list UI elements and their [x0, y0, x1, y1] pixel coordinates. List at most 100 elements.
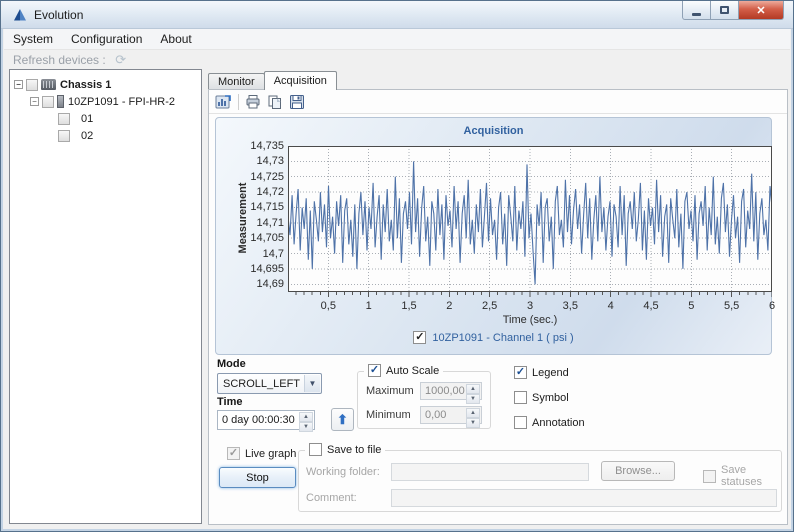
menu-about[interactable]: About — [151, 29, 200, 49]
spinner-arrows-icon[interactable]: ▲▼ — [299, 412, 313, 428]
chart-title: Acquisition — [216, 125, 771, 137]
tree-item-chassis[interactable]: − Chassis 1 — [10, 76, 201, 93]
y-tick-label: 14,69 — [216, 278, 284, 290]
acquisition-tab-page: Acquisition Measurement 14,73514,7314,72… — [208, 89, 788, 525]
minimum-label: Minimum — [366, 409, 411, 421]
tree-checkbox[interactable] — [42, 96, 54, 108]
tab-monitor[interactable]: Monitor — [208, 73, 265, 90]
maximum-value: 1000,00 — [425, 385, 465, 397]
auto-scale-checkbox[interactable] — [368, 364, 381, 377]
collapse-icon[interactable]: − — [14, 80, 23, 89]
save-to-file-group: Save to file Working folder: Browse... S… — [298, 450, 782, 512]
comment-label: Comment: — [306, 492, 357, 504]
device-tree: − Chassis 1 − 10ZP1091 - FPI-HR-2 01 02 — [9, 69, 202, 524]
title-bar: Evolution ✕ — [1, 1, 793, 29]
refresh-row: Refresh devices : ⟳ — [4, 50, 790, 69]
tree-checkbox[interactable] — [58, 130, 70, 142]
save-statuses-row: Save statuses — [703, 464, 781, 488]
close-button[interactable]: ✕ — [739, 1, 784, 20]
chassis-icon — [41, 79, 56, 90]
x-tick-label: 1 — [347, 300, 391, 312]
x-tick-label: 3 — [508, 300, 552, 312]
menu-configuration[interactable]: Configuration — [62, 29, 151, 49]
y-tick-label: 14,715 — [216, 201, 284, 213]
collapse-icon[interactable]: − — [30, 97, 39, 106]
y-tick-label: 14,7 — [216, 248, 284, 260]
tab-acquisition[interactable]: Acquisition — [264, 71, 337, 90]
refresh-devices-label: Refresh devices : — [13, 53, 106, 67]
symbol-checkbox[interactable] — [514, 391, 527, 404]
browse-button: Browse... — [601, 461, 675, 481]
app-logo-icon — [12, 7, 28, 23]
x-tick-label: 2 — [427, 300, 471, 312]
chart-legend: 10ZP1091 - Channel 1 ( psi ) — [216, 331, 771, 344]
tree-item-channel-02[interactable]: 02 — [10, 127, 201, 144]
stop-button[interactable]: Stop — [219, 467, 296, 488]
minimize-button[interactable] — [682, 1, 711, 20]
maximum-spinner: 1000,00 ▲▼ — [420, 382, 482, 400]
annotation-checkbox[interactable] — [514, 416, 527, 429]
chart-toolbar — [209, 90, 787, 114]
legend-series-checkbox[interactable] — [413, 331, 426, 344]
save-statuses-checkbox — [703, 470, 716, 483]
save-to-file-checkbox[interactable] — [309, 443, 322, 456]
export-chart-icon[interactable] — [214, 93, 232, 111]
tab-strip: Monitor Acquisition — [208, 71, 336, 90]
minimize-icon — [692, 13, 701, 16]
legend-option-label: Legend — [532, 367, 569, 379]
annotation-option-row: Annotation — [514, 416, 585, 429]
x-tick-label: 4 — [589, 300, 633, 312]
time-label: Time — [217, 396, 242, 408]
x-tick-label: 5,5 — [710, 300, 754, 312]
y-tick-label: 14,73 — [216, 155, 284, 167]
copy-icon[interactable] — [266, 93, 284, 111]
minimum-spinner: 0,00 ▲▼ — [420, 406, 482, 424]
x-tick-label: 5 — [669, 300, 713, 312]
print-icon[interactable] — [244, 93, 262, 111]
menu-system[interactable]: System — [4, 29, 62, 49]
comment-field — [391, 489, 777, 507]
tree-item-device[interactable]: − 10ZP1091 - FPI-HR-2 — [10, 93, 201, 110]
save-to-file-row: Save to file — [305, 443, 385, 456]
working-folder-field — [391, 463, 589, 481]
tree-item-channel-01[interactable]: 01 — [10, 110, 201, 127]
plot-area[interactable] — [288, 146, 772, 298]
x-tick-label: 3,5 — [548, 300, 592, 312]
close-icon: ✕ — [756, 4, 765, 17]
module-icon — [57, 95, 64, 108]
tree-checkbox[interactable] — [26, 79, 38, 91]
maximize-button[interactable] — [711, 1, 739, 20]
save-icon[interactable] — [288, 93, 306, 111]
live-graph-checkbox — [227, 447, 240, 460]
tree-checkbox[interactable] — [58, 113, 70, 125]
spinner-arrows-icon: ▲▼ — [466, 384, 480, 398]
window-title: Evolution — [34, 8, 83, 22]
symbol-option-label: Symbol — [532, 392, 569, 404]
live-graph-row: Live graph — [227, 447, 296, 460]
time-spinner[interactable]: 0 day 00:00:30 ▲▼ — [217, 410, 315, 430]
x-tick-label: 0,5 — [306, 300, 350, 312]
up-arrow-icon: ⬆ — [337, 412, 348, 428]
working-folder-label: Working folder: — [306, 466, 380, 478]
y-tick-label: 14,695 — [216, 263, 284, 275]
save-to-file-label: Save to file — [327, 444, 381, 456]
chevron-down-icon: ▼ — [304, 375, 320, 392]
auto-scale-label: Auto Scale — [386, 365, 439, 377]
refresh-icon[interactable]: ⟳ — [114, 53, 128, 67]
x-tick-label: 4,5 — [629, 300, 673, 312]
maximum-label: Maximum — [366, 385, 414, 397]
y-tick-label: 14,72 — [216, 186, 284, 198]
maximize-icon — [720, 6, 729, 14]
auto-scale-group: Auto Scale Maximum 1000,00 ▲▼ Minimum 0,… — [357, 371, 491, 429]
legend-checkbox[interactable] — [514, 366, 527, 379]
tree-item-label: 02 — [81, 130, 93, 142]
apply-time-button[interactable]: ⬆ — [331, 408, 354, 431]
x-tick-label: 1,5 — [387, 300, 431, 312]
auto-scale-row: Auto Scale — [364, 364, 443, 377]
legend-option-row: Legend — [514, 366, 569, 379]
mode-value: SCROLL_LEFT — [223, 378, 300, 390]
spinner-arrows-icon: ▲▼ — [466, 408, 480, 422]
save-statuses-label: Save statuses — [721, 464, 781, 488]
mode-dropdown[interactable]: SCROLL_LEFT ▼ — [217, 373, 322, 394]
tree-item-label: 10ZP1091 - FPI-HR-2 — [68, 96, 175, 108]
